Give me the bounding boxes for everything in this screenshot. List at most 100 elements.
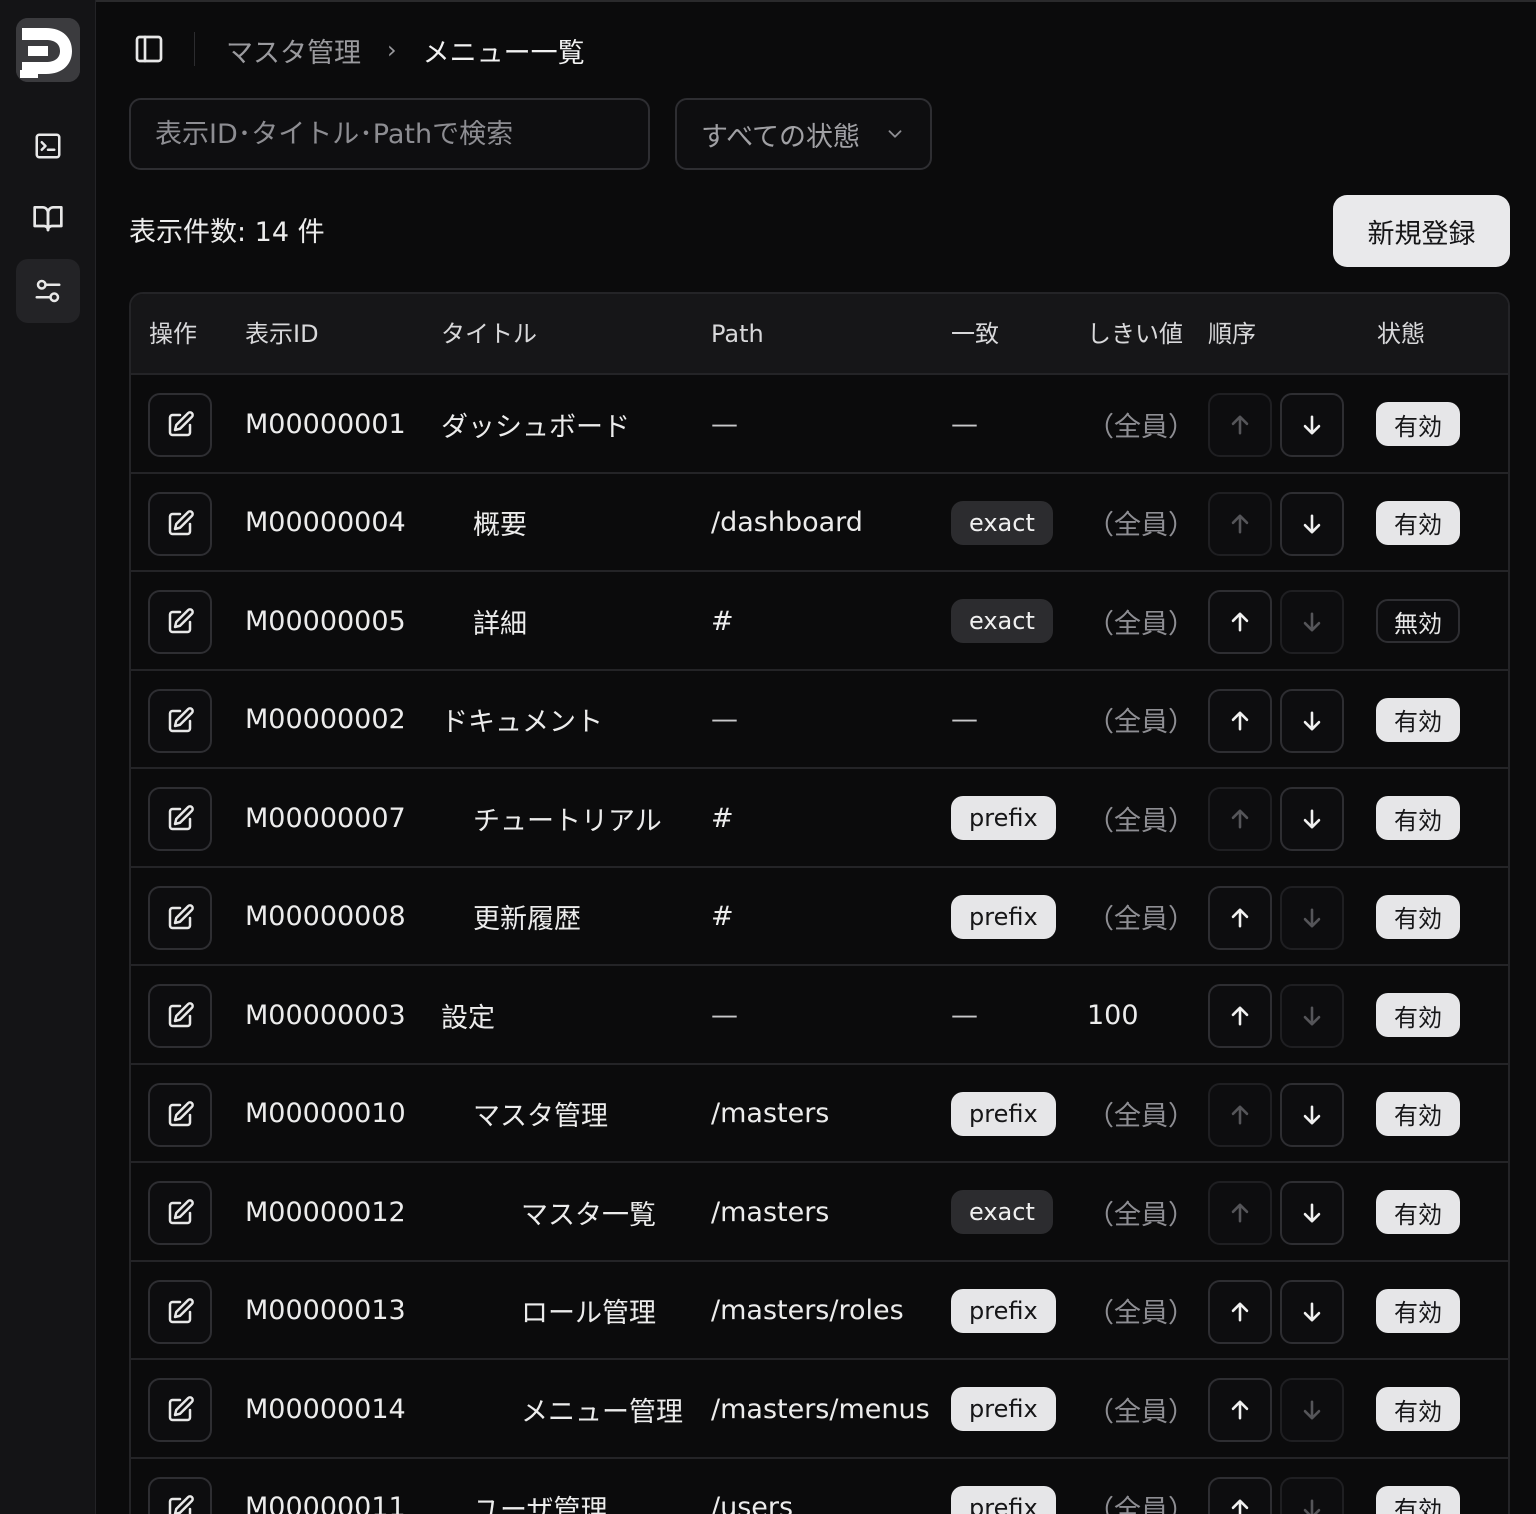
edit-button[interactable]	[148, 393, 212, 457]
arrow-down-icon	[1303, 1400, 1321, 1420]
edit-icon	[168, 1002, 194, 1028]
menu-title: マスタ管理	[473, 1101, 608, 1132]
threshold-value: （全員）	[1087, 1101, 1195, 1132]
move-down-button[interactable]	[1280, 1279, 1344, 1344]
move-down-button	[1280, 590, 1344, 654]
header-display-id: 表示ID	[245, 320, 319, 348]
move-down-button[interactable]	[1280, 1082, 1344, 1147]
arrow-up-icon	[1231, 612, 1249, 632]
menu-path: /dashboard	[711, 507, 863, 538]
menu-title: 概要	[473, 510, 527, 541]
new-register-button[interactable]: 新規登録	[1333, 195, 1510, 267]
menu-title: ダッシュボード	[441, 411, 630, 443]
nav-settings[interactable]	[16, 259, 80, 323]
threshold-value: （全員）	[1087, 411, 1195, 443]
menu-path: #	[711, 802, 734, 834]
move-up-button[interactable]	[1208, 1378, 1272, 1442]
move-up-button	[1208, 491, 1272, 556]
header-threshold: しきい値	[1087, 320, 1183, 348]
breadcrumb-separator: ›	[387, 36, 397, 64]
move-down-button[interactable]	[1280, 491, 1344, 556]
menu-path: /masters	[711, 1196, 830, 1228]
edit-button[interactable]	[148, 590, 212, 654]
edit-icon	[168, 805, 194, 831]
chevron-down-icon	[888, 130, 902, 138]
status-badge: 有効	[1376, 894, 1460, 939]
arrow-up-icon	[1231, 1006, 1249, 1026]
arrow-down-icon	[1303, 415, 1321, 435]
breadcrumb-parent[interactable]: マスタ管理	[226, 31, 361, 70]
move-up-button[interactable]	[1208, 885, 1272, 950]
edit-icon	[168, 608, 194, 634]
menu-title: 詳細	[473, 608, 527, 640]
match-badge: exact	[951, 500, 1053, 545]
sidebar-toggle-button[interactable]	[130, 30, 168, 68]
edit-button[interactable]	[148, 787, 212, 851]
edit-button[interactable]	[148, 885, 212, 950]
arrow-down-icon	[1303, 711, 1321, 730]
move-up-button[interactable]	[1208, 688, 1272, 753]
edit-icon	[168, 411, 194, 437]
move-down-button[interactable]	[1280, 393, 1344, 457]
edit-icon	[168, 1199, 194, 1225]
display-id: M00000014	[245, 1393, 406, 1425]
result-count-label: 表示件数: 14 件	[129, 217, 325, 248]
edit-icon	[168, 706, 194, 732]
menu-title: 更新履歴	[473, 904, 581, 935]
display-id: M00000002	[245, 704, 406, 735]
menu-title: 設定	[441, 1002, 495, 1034]
status-filter-select[interactable]: すべての状態	[675, 98, 932, 170]
move-up-button[interactable]	[1208, 984, 1272, 1048]
table-row: M00000007 チュートリアル # prefix （全員） 有効	[131, 769, 1508, 868]
edit-button[interactable]	[148, 491, 212, 556]
move-up-button[interactable]	[1208, 590, 1272, 654]
table-row: M00000013 ロール管理/masters/roles prefix （全員） 有効	[131, 1262, 1508, 1360]
match-badge: prefix	[951, 894, 1056, 939]
breadcrumb-current: メニュー一覧	[422, 37, 585, 69]
edit-icon	[168, 903, 194, 929]
status-badge: 有効	[1376, 500, 1460, 545]
threshold-value: （全員）	[1087, 904, 1195, 935]
match-badge: prefix	[951, 1387, 1056, 1431]
move-up-button	[1208, 1181, 1272, 1245]
move-down-button[interactable]	[1280, 787, 1344, 851]
status-badge: 有効	[1376, 1288, 1460, 1333]
header-order: 順序	[1208, 320, 1256, 348]
sidebar	[0, 0, 96, 1514]
menu-title: チュートリアル	[473, 805, 662, 837]
status-badge: 有効	[1376, 796, 1460, 840]
logo-d-icon[interactable]	[16, 18, 80, 82]
nav-docs[interactable]	[16, 186, 80, 250]
display-id: M00000013	[245, 1295, 406, 1326]
edit-button[interactable]	[148, 984, 212, 1048]
move-up-button[interactable]	[1208, 1279, 1272, 1344]
edit-icon	[168, 1494, 194, 1514]
match-badge: exact	[951, 1190, 1053, 1234]
edit-button[interactable]	[148, 688, 212, 753]
move-up-button	[1208, 1082, 1272, 1147]
display-id: M00000004	[245, 507, 406, 538]
threshold-value: 100	[1087, 999, 1139, 1031]
move-down-button[interactable]	[1280, 1181, 1344, 1245]
move-up-button[interactable]	[1208, 1476, 1272, 1514]
search-input[interactable]	[129, 98, 650, 170]
status-badge: 有効	[1376, 1387, 1460, 1431]
table-row: M00000001 ダッシュボード — — （全員） 有効	[131, 375, 1508, 474]
edit-button[interactable]	[148, 1181, 212, 1245]
nav-terminal[interactable]	[16, 114, 80, 178]
header-path: Path	[711, 320, 764, 348]
table-row: M00000012 マスタ一覧/masters exact （全員） 有効	[131, 1163, 1508, 1262]
move-down-button	[1280, 1476, 1344, 1514]
threshold-value: （全員）	[1087, 1298, 1195, 1329]
threshold-value: （全員）	[1087, 1199, 1195, 1231]
edit-button[interactable]	[148, 1082, 212, 1147]
edit-button[interactable]	[148, 1279, 212, 1344]
status-badge: 有効	[1376, 993, 1460, 1037]
display-id: M00000012	[245, 1196, 406, 1228]
status-filter-value: すべての状態	[701, 121, 861, 153]
arrow-up-icon	[1231, 1105, 1249, 1124]
edit-button[interactable]	[148, 1378, 212, 1442]
edit-button[interactable]	[148, 1476, 212, 1514]
move-down-button[interactable]	[1280, 688, 1344, 753]
arrow-down-icon	[1303, 1105, 1321, 1124]
